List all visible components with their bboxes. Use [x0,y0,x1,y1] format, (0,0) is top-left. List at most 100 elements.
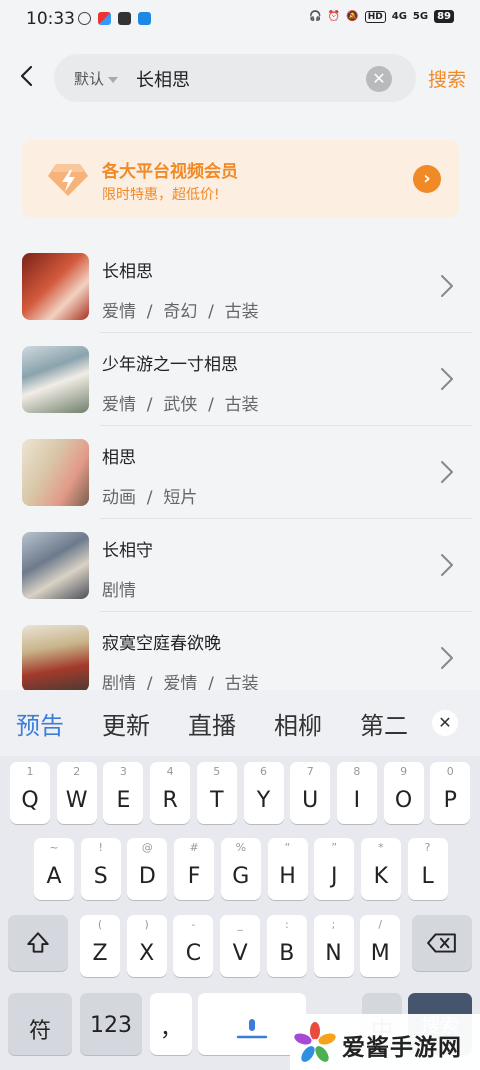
candidate-bar: 预告 更新 直播 相柳 第二 ✕ [0,690,480,756]
poster-thumbnail [22,625,89,692]
result-item[interactable]: 长相思 爱情 / 奇幻 / 古装 [0,240,480,333]
chevron-right-icon [441,647,453,669]
key-hint: ! [98,841,103,854]
key-u[interactable]: 7U [290,762,331,824]
key-label: K [373,864,389,889]
key-hint: 8 [353,765,361,778]
close-icon[interactable]: ✕ [432,710,458,736]
poster-thumbnail [22,346,89,413]
key-hint: / [378,918,383,931]
result-tags: 剧情 [102,581,136,601]
key-z[interactable]: (Z [80,915,120,977]
key-a[interactable]: ~ A [34,838,74,900]
key-label: J [330,864,338,889]
key-j[interactable]: ” J [314,838,355,900]
key-f[interactable]: # F [174,838,215,900]
key-c[interactable]: -C [173,915,214,977]
search-button[interactable]: 搜索 [428,65,466,92]
key-q[interactable]: 1Q [10,762,50,824]
banner-title: 各大平台视频会员 [102,162,238,182]
filter-dropdown[interactable]: 默认 [74,68,119,89]
key-hint: @ [141,841,153,854]
key-hint: ( [97,918,103,931]
key-label: W [65,788,88,813]
key-g[interactable]: % G [220,838,261,900]
clear-icon[interactable]: ✕ [366,66,392,92]
symbols-key[interactable]: 符 [8,993,72,1055]
key-r[interactable]: 4R [150,762,191,824]
result-tags: 爱情 / 武侠 / 古装 [102,395,259,415]
key-l[interactable]: ? L [407,838,448,900]
search-input[interactable]: 默认 长相思 ✕ [54,54,416,102]
mute-icon: 🔕 [346,11,359,22]
key-y[interactable]: 6Y [243,762,284,824]
key-o[interactable]: 9O [383,762,424,824]
comma-key[interactable]: ， [150,993,192,1055]
back-arrow-icon[interactable] [16,64,40,88]
search-query-text[interactable]: 长相思 [136,66,190,92]
key-label: E [116,788,131,813]
status-bar: 10:33 🎧 ⏰ 🔕 HD 4G 5G 89 [0,0,480,38]
vip-promo-banner[interactable]: 各大平台视频会员 限时特惠，超低价! › [22,140,459,218]
key-w[interactable]: 2W [56,762,97,824]
status-time: 10:33 [26,9,75,29]
key-v[interactable]: _ V [220,915,261,977]
key-label: D [138,864,156,889]
key-hint: 3 [119,765,127,778]
hd-badge: HD [364,10,386,23]
candidate-word[interactable]: 更新 [102,706,150,741]
candidate-word[interactable]: 相柳 [274,706,322,741]
key-hint: ” [331,841,338,854]
key-e[interactable]: 3E [103,762,144,824]
site-watermark: 爱酱手游网 [290,1014,480,1070]
chevron-right-icon [441,461,453,483]
key-d[interactable]: @ D [127,838,168,900]
result-item[interactable]: 长相守 剧情 [0,519,480,612]
key-label: P [443,788,457,813]
key-k[interactable]: * K [360,838,401,900]
chevron-right-icon [441,554,453,576]
app-notification-icon [138,12,151,25]
shift-key[interactable] [8,915,68,971]
candidate-word[interactable]: 直播 [188,706,236,741]
key-label: F [187,864,201,889]
symbols-label: 符 [28,1019,51,1044]
key-label: A [46,864,62,889]
key-m[interactable]: / M [360,915,401,977]
key-s[interactable]: ! S [80,838,121,900]
candidate-word[interactable]: 预告 [16,706,64,741]
dropdown-arrow-icon [108,76,119,83]
result-title: 长相思 [102,262,153,282]
key-hint: ? [424,841,431,854]
result-item[interactable]: 少年游之一寸相思 爱情 / 武侠 / 古装 [0,333,480,426]
mail-notification-icon [118,12,131,25]
key-t[interactable]: 5T [196,762,237,824]
result-tags: 爱情 / 奇幻 / 古装 [102,302,259,322]
poster-thumbnail [22,253,89,320]
numbers-label: 123 [90,1013,132,1038]
backspace-key[interactable] [412,915,472,971]
key-hint: 4 [166,765,174,778]
key-label: H [279,864,296,889]
candidate-word[interactable]: 第二 [360,706,408,741]
chevron-right-icon [441,275,453,297]
result-title: 少年游之一寸相思 [102,355,238,375]
numbers-key[interactable]: 123 [80,993,142,1055]
poster-thumbnail [22,439,89,506]
key-hint: ; [331,918,336,931]
key-hint: 7 [306,765,314,778]
key-h[interactable]: “H [267,838,308,900]
key-n[interactable]: ; N [313,915,354,977]
key-label: C [185,941,202,966]
key-i[interactable]: 8I [336,762,377,824]
key-hint: 5 [213,765,221,778]
key-label: S [93,864,108,889]
shift-arrow-icon [27,932,49,953]
arrow-right-icon[interactable]: › [413,165,441,193]
key-b[interactable]: :B [266,915,307,977]
result-item[interactable]: 相思 动画 / 短片 [0,426,480,519]
result-tags: 动画 / 短片 [102,488,198,508]
key-label: N [325,941,342,966]
key-x[interactable]: ) X [126,915,167,977]
key-p[interactable]: 0P [430,762,471,824]
